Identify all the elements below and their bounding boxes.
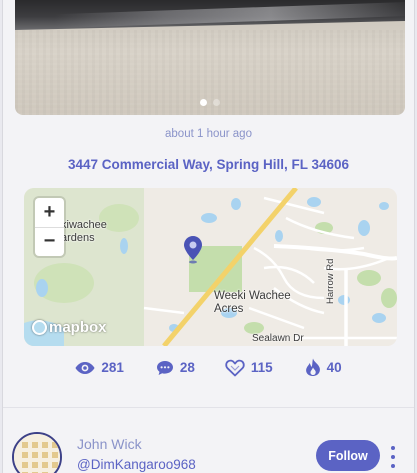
mapbox-icon	[32, 320, 47, 335]
hot-count: 40	[326, 360, 342, 375]
zoom-in-button[interactable]: +	[35, 198, 64, 228]
map-pin-icon[interactable]	[184, 236, 202, 264]
comments-count: 28	[179, 360, 195, 375]
section-divider	[3, 407, 414, 408]
carousel-dot-active[interactable]	[200, 99, 207, 106]
post-card: about 1 hour ago 3447 Commercial Way, Sp…	[2, 0, 415, 473]
likes-count: 115	[250, 360, 273, 375]
post-timestamp: about 1 hour ago	[165, 128, 252, 140]
location-map[interactable]: kiwachee ardens Weeki Wachee Acres Seala…	[24, 188, 397, 346]
likes-stat[interactable]: 115	[225, 358, 273, 377]
property-photo[interactable]	[15, 0, 405, 115]
post-address[interactable]: 3447 Commercial Way, Spring Hill, FL 346…	[3, 157, 414, 172]
hot-stat[interactable]: 40	[305, 358, 342, 377]
map-label-road-2: Harrow Rd	[325, 258, 336, 304]
views-stat: 281	[75, 358, 124, 377]
map-label-area-2: Weeki Wachee Acres	[214, 290, 291, 316]
zoom-out-button[interactable]: −	[35, 228, 64, 257]
map-label-area-1: kiwachee ardens	[61, 219, 107, 244]
map-zoom-controls: + −	[35, 198, 64, 256]
heart-icon	[225, 359, 245, 376]
eye-icon	[75, 361, 95, 374]
post-stats: 281 28 115 40	[3, 358, 414, 377]
user-handle[interactable]: @DimKangaroo968	[77, 457, 196, 472]
comments-stat[interactable]: 28	[156, 358, 195, 377]
avatar-image	[14, 434, 60, 473]
carousel-indicator	[15, 99, 405, 106]
more-options-icon[interactable]	[387, 446, 399, 468]
mapbox-logo[interactable]: mapbox	[32, 319, 107, 336]
carousel-dot[interactable]	[213, 99, 220, 106]
user-name[interactable]: John Wick	[77, 436, 142, 452]
flame-icon	[305, 358, 320, 376]
follow-button[interactable]: Follow	[316, 440, 380, 471]
map-label-road-1: Sealawn Dr	[252, 333, 304, 344]
comment-icon	[156, 360, 173, 375]
avatar[interactable]	[12, 432, 62, 473]
views-count: 281	[101, 360, 124, 375]
